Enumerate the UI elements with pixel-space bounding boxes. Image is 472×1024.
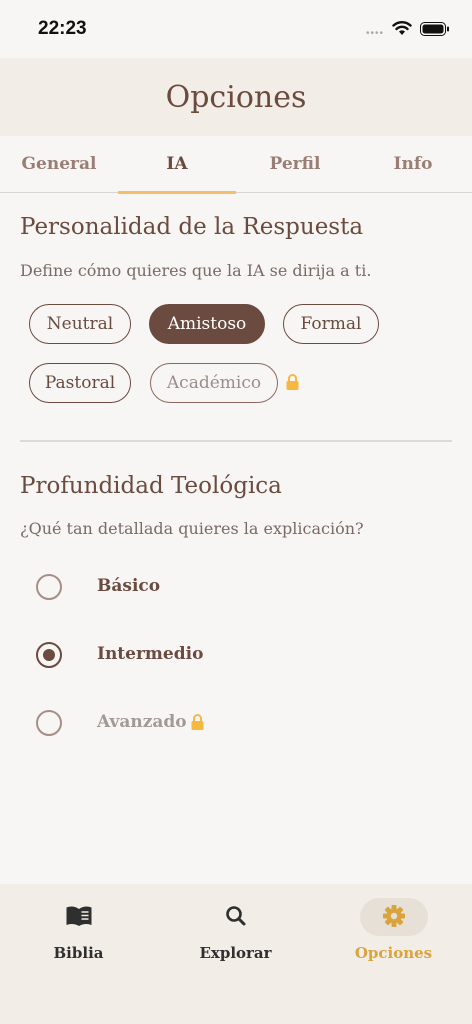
personality-section-title: Personalidad de la Respuesta bbox=[20, 214, 364, 240]
header: Opciones bbox=[0, 58, 472, 136]
bottom-navigation: Biblia Explorar Opciones bbox=[0, 884, 472, 1024]
nav-label: Opciones bbox=[354, 944, 433, 962]
book-icon bbox=[66, 906, 91, 926]
nav-item-opciones[interactable]: Opciones bbox=[315, 884, 472, 984]
depth-section-title: Profundidad Teológica bbox=[20, 473, 282, 499]
lock-icon bbox=[286, 374, 299, 390]
radio-button-checked[interactable] bbox=[36, 642, 62, 668]
nav-item-biblia[interactable]: Biblia bbox=[0, 884, 157, 984]
personality-option-formal[interactable]: Formal bbox=[283, 304, 379, 344]
tab-bar: General IA Perfil Info bbox=[0, 136, 472, 194]
tab-ia[interactable]: IA bbox=[118, 136, 236, 194]
personality-section-description: Define cómo quieres que la IA se dirija … bbox=[20, 261, 372, 280]
depth-section-description: ¿Qué tan detallada quieres la explicació… bbox=[20, 519, 364, 538]
nav-label: Explorar bbox=[199, 944, 272, 962]
personality-option-neutral[interactable]: Neutral bbox=[29, 304, 131, 344]
gear-icon bbox=[382, 905, 405, 927]
tab-perfil[interactable]: Perfil bbox=[236, 136, 354, 192]
wifi-icon bbox=[392, 21, 412, 35]
nav-label: Biblia bbox=[53, 944, 104, 962]
lock-icon bbox=[191, 714, 204, 730]
personality-option-amistoso[interactable]: Amistoso bbox=[149, 304, 265, 344]
radio-button[interactable] bbox=[36, 710, 62, 736]
personality-option-pastoral[interactable]: Pastoral bbox=[29, 363, 131, 403]
tab-info[interactable]: Info bbox=[354, 136, 472, 192]
status-time: 22:23 bbox=[38, 18, 87, 39]
depth-option-label: Intermedio bbox=[97, 644, 204, 664]
radio-button[interactable] bbox=[36, 574, 62, 600]
section-divider bbox=[20, 440, 452, 442]
nav-item-explorar[interactable]: Explorar bbox=[157, 884, 314, 984]
depth-option-label: Avanzado bbox=[97, 712, 187, 732]
tab-general[interactable]: General bbox=[0, 136, 118, 192]
depth-option-label: Básico bbox=[97, 576, 161, 596]
battery-icon bbox=[420, 22, 449, 36]
page-title: Opciones bbox=[165, 79, 307, 115]
status-bar: 22:23 •••• bbox=[0, 0, 472, 58]
cellular-signal-icon: •••• bbox=[366, 28, 385, 39]
search-icon bbox=[225, 906, 245, 926]
personality-option-academico[interactable]: Académico bbox=[150, 363, 278, 403]
